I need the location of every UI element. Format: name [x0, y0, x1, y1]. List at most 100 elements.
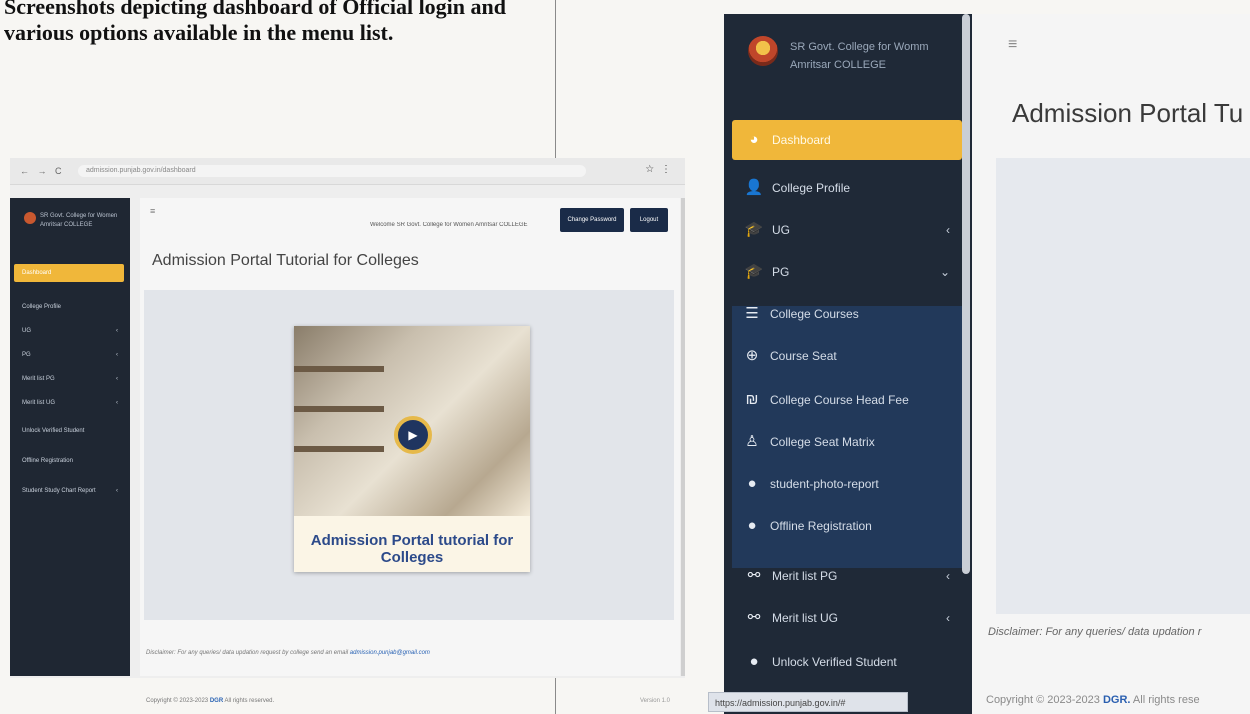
sidebar-brand: SR Govt. College for Women Amritsar COLL…: [24, 212, 140, 230]
chevron-left-icon: ‹: [946, 611, 950, 625]
address-bar[interactable]: admission.punjab.gov.in/dashboard: [78, 165, 586, 177]
sidebar-item-label: Merit list PG: [772, 569, 838, 583]
sidebar-item-college-profile[interactable]: 👤 College Profile: [732, 170, 962, 206]
video-thumbnail[interactable]: ▶ Admission Portal tutorial for Colleges: [294, 326, 530, 572]
sidebar-item-label: Course Seat: [770, 349, 837, 363]
sidebar-item-unlock-verified-student[interactable]: Unlock Verified Student: [14, 422, 124, 440]
browser-toolbar: ← → C admission.punjab.gov.in/dashboard …: [10, 158, 685, 185]
submenu-item-offline-registration[interactable]: ● Offline Registration: [730, 508, 960, 544]
zoomed-sidebar: SR Govt. College for Womm Amritsar COLLE…: [724, 14, 972, 714]
sidebar-item-merit-list-ug[interactable]: ⚯ Merit list UG ‹: [732, 600, 962, 636]
copyright-suffix: All rights reserved.: [224, 698, 275, 704]
sidebar: SR Govt. College for Women Amritsar COLL…: [10, 198, 130, 676]
sidebar-item-label: student-photo-report: [770, 477, 879, 491]
graduation-cap-icon: 🎓: [744, 263, 764, 280]
sidebar-item-label: College Profile: [772, 181, 851, 195]
disclaimer-text: Disclaimer: For any queries/ data updati…: [146, 650, 349, 656]
shelf-decoration: [294, 366, 384, 372]
sidebar-item-label: UG: [22, 328, 31, 334]
sidebar-item-label: College Courses: [770, 307, 859, 321]
sidebar-item-dashboard[interactable]: ◕ Dashboard: [732, 120, 962, 160]
sidebar-item-ug[interactable]: 🎓 UG ‹: [732, 212, 962, 248]
chevron-icon: ‹: [116, 328, 118, 334]
circle-icon: ●: [749, 653, 759, 670]
sidebar-item-label: Offline Registration: [770, 519, 872, 533]
browser-nav-icons[interactable]: ← → C: [20, 166, 65, 176]
sidebar-item-merit-list-pg[interactable]: ⚯ Merit list PG ‹: [732, 558, 962, 594]
circle-icon: ●: [747, 475, 757, 492]
status-bar-url: https://admission.punjab.gov.in/#: [708, 692, 908, 712]
courses-icon: ☰: [745, 305, 759, 322]
hamburger-icon[interactable]: ≡: [1008, 36, 1017, 54]
shelf-decoration: [294, 406, 384, 412]
scrollbar[interactable]: [681, 198, 685, 676]
play-icon[interactable]: ▶: [394, 416, 432, 454]
sidebar-item-pg[interactable]: PG ‹: [14, 346, 124, 364]
submenu-item-college-seat-matrix[interactable]: ♙ College Seat Matrix: [730, 424, 960, 460]
sidebar-item-label: Student Study Chart Report: [22, 488, 96, 494]
footer-copyright: Copyright © 2023-2023 DGR. All rights re…: [986, 694, 1200, 706]
submenu-item-student-photo-report[interactable]: ● student-photo-report: [730, 466, 960, 502]
submenu-item-college-course-head-fee[interactable]: ₪ College Course Head Fee: [730, 382, 960, 418]
video-panel: [996, 158, 1250, 614]
sidebar-scrollbar[interactable]: [962, 14, 970, 574]
hamburger-icon[interactable]: ≡: [150, 206, 155, 216]
version-label: Version 1.0: [639, 698, 670, 704]
sidebar-item-merit-list-pg[interactable]: Merit list PG ‹: [14, 370, 124, 388]
disclaimer-email-link[interactable]: admission.punjab@gmail.com: [350, 650, 430, 656]
sidebar-item-label: PG: [772, 265, 790, 279]
sidebar-item-ug[interactable]: UG ‹: [14, 322, 124, 340]
sidebar-item-label: College Course Head Fee: [770, 393, 909, 407]
page-title: Admission Portal Tutorial for Colleges: [152, 252, 419, 269]
sidebar-item-label: Unlock Verified Student: [22, 428, 85, 434]
sidebar-item-merit-list-ug[interactable]: Merit list UG ‹: [14, 394, 124, 412]
brand-line-2: Amritsar COLLEGE: [790, 59, 886, 71]
money-icon: ₪: [745, 391, 759, 408]
sidebar-brand: SR Govt. College for Womm Amritsar COLLE…: [790, 38, 960, 74]
chevron-icon: ‹: [116, 400, 118, 406]
copyright-suffix: All rights rese: [1132, 694, 1200, 706]
shelf-decoration: [294, 446, 384, 452]
chevron-down-icon: ⌄: [939, 265, 950, 279]
copyright-text: Copyright © 2023-2023: [146, 698, 209, 704]
chevron-left-icon: ‹: [946, 223, 950, 237]
brand-line-1: SR Govt. College for Womm: [790, 41, 929, 53]
chair-icon: ♙: [745, 433, 759, 450]
chevron-left-icon: ‹: [946, 569, 950, 583]
copyright-brand-link[interactable]: DGR.: [1103, 694, 1131, 706]
submenu-item-course-seat[interactable]: ⊕ Course Seat: [730, 338, 960, 374]
brand-name: SR Govt. College for Women Amritsar COLL…: [40, 213, 118, 228]
sidebar-item-label: PG: [22, 352, 31, 358]
user-icon: 👤: [744, 179, 764, 196]
copyright-brand-link[interactable]: DGR: [210, 698, 223, 704]
submenu-item-college-courses[interactable]: ☰ College Courses: [730, 296, 960, 332]
graduation-cap-icon: 🎓: [744, 221, 764, 238]
college-logo-icon: [24, 212, 36, 224]
sidebar-item-label: Dashboard: [22, 270, 52, 276]
globe-icon: ⊕: [745, 347, 759, 364]
logout-button[interactable]: Logout: [630, 208, 668, 232]
sidebar-item-dashboard[interactable]: Dashboard: [14, 264, 124, 282]
sidebar-item-label: Dashboard: [772, 133, 831, 147]
caption-line-2: various options available in the menu li…: [4, 20, 394, 45]
sidebar-item-offline-registration[interactable]: Offline Registration: [14, 452, 124, 470]
footer-copyright: Copyright © 2023-2023 DGR All rights res…: [146, 698, 274, 704]
copyright-text: Copyright © 2023-2023: [986, 694, 1100, 706]
browser-menu-icon[interactable]: ☆ ⋮: [645, 164, 673, 175]
sitemap-icon: ⚯: [747, 567, 761, 584]
caption-line-1: Screenshots depicting dashboard of Offic…: [4, 0, 506, 19]
sidebar-item-student-study-chart-report[interactable]: Student Study Chart Report ‹: [14, 482, 124, 500]
sidebar-item-unlock-verified-student[interactable]: ● Unlock Verified Student: [732, 644, 962, 680]
college-logo-icon: [748, 36, 778, 66]
dashboard-screenshot-small: ← → C admission.punjab.gov.in/dashboard …: [10, 158, 685, 704]
palette-icon: ◕: [749, 131, 759, 148]
disclaimer: Disclaimer: For any queries/ data updati…: [146, 650, 430, 656]
sidebar-item-college-profile[interactable]: College Profile: [14, 298, 124, 316]
welcome-text: Welcome SR Govt. College for Women Amrit…: [370, 222, 528, 228]
chevron-icon: ‹: [116, 488, 118, 494]
sidebar-item-pg[interactable]: 🎓 PG ⌄: [732, 254, 962, 290]
sidebar-item-label: Offline Registration: [22, 458, 73, 464]
disclaimer-text: Disclaimer: For any queries/ data updati…: [988, 626, 1202, 638]
change-password-button[interactable]: Change Password: [560, 208, 624, 232]
main-content: ≡ Welcome SR Govt. College for Women Amr…: [140, 198, 680, 704]
